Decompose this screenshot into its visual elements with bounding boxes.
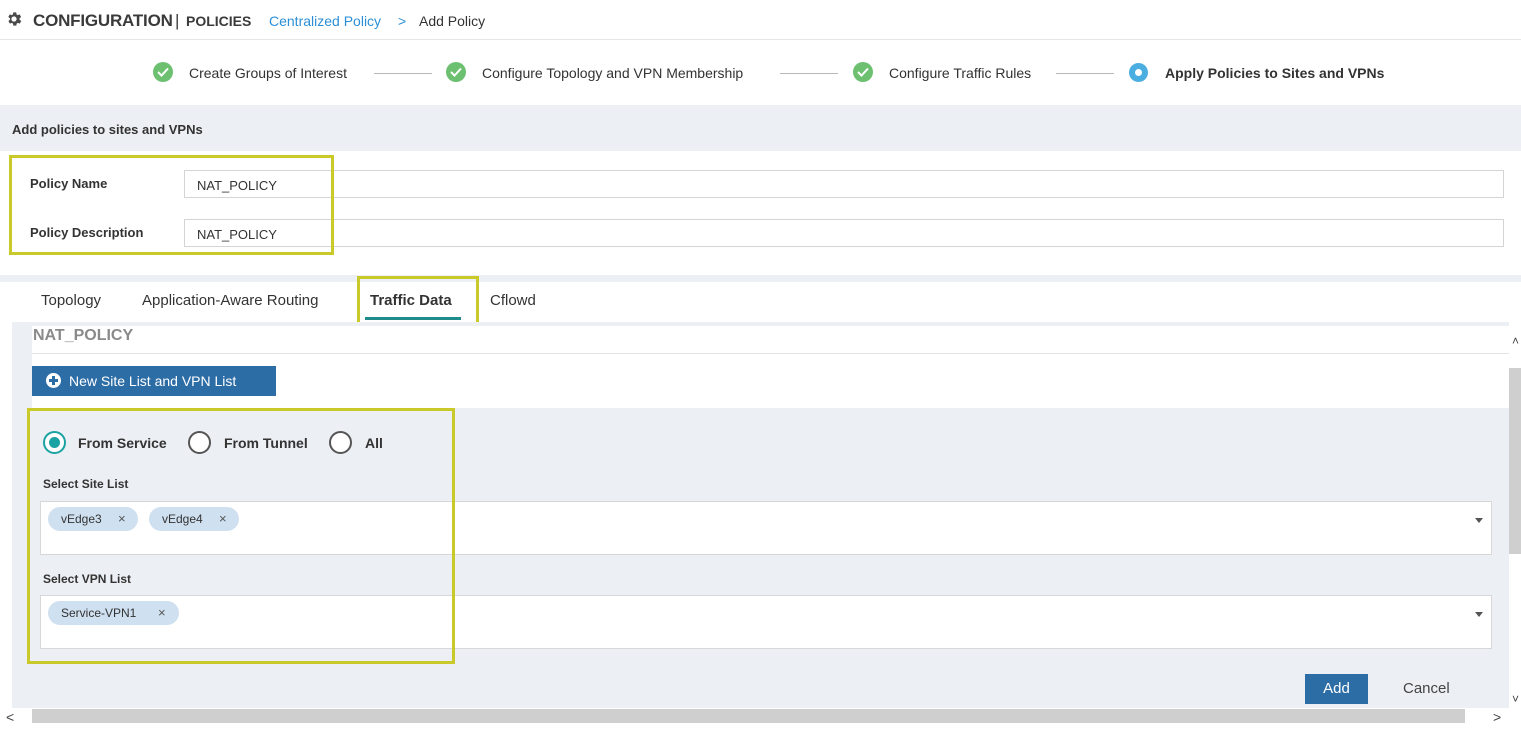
section-heading: Add policies to sites and VPNs: [12, 122, 203, 137]
section-band: [0, 105, 1521, 151]
step-connector: [1056, 73, 1114, 74]
breadcrumb-separator: >: [398, 13, 407, 29]
step-configure-traffic-rules[interactable]: Configure Traffic Rules: [889, 65, 1031, 81]
tabs-separator: [0, 275, 1521, 282]
scroll-up-icon[interactable]: ˄: [1512, 334, 1519, 348]
tab-application-aware-routing[interactable]: Application-Aware Routing: [142, 292, 319, 309]
tab-topology[interactable]: Topology: [41, 292, 101, 309]
step-complete-check-icon: [446, 62, 466, 82]
subsection-title: POLICIES: [186, 13, 252, 29]
dropdown-caret-icon[interactable]: [1475, 518, 1483, 523]
step-connector: [780, 73, 838, 74]
breadcrumb-current: Add Policy: [419, 13, 486, 29]
step-configure-topology[interactable]: Configure Topology and VPN Membership: [482, 65, 743, 81]
policy-description-input[interactable]: NAT_POLICY: [184, 219, 1504, 247]
step-active-dot-icon: [1129, 63, 1148, 82]
new-site-list-and-vpn-list-button[interactable]: New Site List and VPN List: [32, 366, 276, 396]
gear-icon: [8, 12, 22, 26]
cancel-button[interactable]: Cancel: [1403, 680, 1450, 697]
scroll-left-icon[interactable]: <: [6, 709, 14, 725]
step-connector: [374, 73, 432, 74]
divider: [32, 353, 1509, 354]
title-separator: |: [175, 11, 180, 30]
panel-policy-name: NAT_POLICY: [33, 327, 134, 344]
step-create-groups[interactable]: Create Groups of Interest: [189, 65, 347, 81]
scroll-down-icon[interactable]: ˅: [1512, 692, 1519, 706]
add-button[interactable]: Add: [1305, 674, 1368, 704]
scroll-right-icon[interactable]: >: [1493, 709, 1501, 725]
policy-name-input[interactable]: NAT_POLICY: [184, 170, 1504, 198]
step-complete-check-icon: [853, 62, 873, 82]
highlight-box: [27, 408, 455, 664]
vertical-scrollbar-thumb[interactable]: [1509, 368, 1521, 554]
plus-circle-icon: [46, 373, 61, 388]
section-title: CONFIGURATION: [33, 11, 173, 30]
breadcrumb-link-centralized-policy[interactable]: Centralized Policy: [269, 13, 381, 29]
dropdown-caret-icon[interactable]: [1475, 612, 1483, 617]
step-apply-policies[interactable]: Apply Policies to Sites and VPNs: [1165, 65, 1384, 81]
highlight-box: [9, 155, 334, 255]
step-complete-check-icon: [153, 62, 173, 82]
tab-cflowd[interactable]: Cflowd: [490, 292, 536, 309]
horizontal-scrollbar-thumb[interactable]: [32, 709, 1465, 723]
